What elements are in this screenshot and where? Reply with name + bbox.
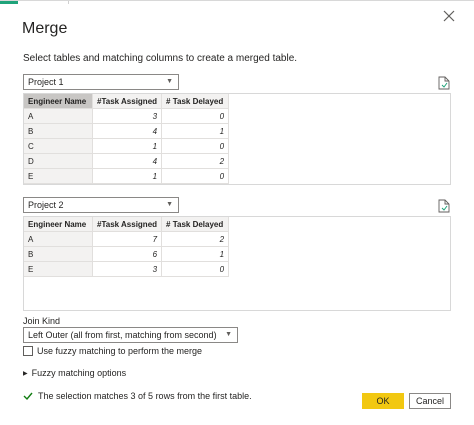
table-cell: D	[24, 153, 93, 169]
first-table-preview: Engineer Name #Task Assigned # Task Dela…	[23, 93, 451, 185]
table-cell: 4	[92, 153, 163, 169]
checkbox-box[interactable]	[23, 346, 33, 356]
table-cell: C	[24, 138, 93, 154]
column-header-task-delayed[interactable]: # Task Delayed	[161, 94, 230, 109]
table-cell: A	[24, 231, 93, 247]
table-cell: B	[24, 246, 93, 262]
first-table-dropdown[interactable]: Project 1 ▼	[23, 74, 179, 90]
fuzzy-matching-options-label: Fuzzy matching options	[31, 368, 127, 378]
first-table-dropdown-value: Project 1	[28, 77, 64, 87]
window-tab-strip	[18, 1, 69, 4]
table-cell: B	[24, 123, 93, 139]
chevron-down-icon: ▼	[166, 201, 173, 208]
second-table-dropdown[interactable]: Project 2 ▼	[23, 197, 179, 213]
table-cell: 1	[92, 168, 163, 184]
table-row: B 6 1	[24, 246, 230, 262]
table-cell: 0	[161, 108, 230, 124]
table-cell: A	[24, 108, 93, 124]
table-row: E 1 0	[24, 168, 230, 184]
table-cell: 2	[161, 231, 230, 247]
file-preview-icon[interactable]	[438, 199, 450, 213]
table-cell: 0	[161, 138, 230, 154]
second-table-dropdown-value: Project 2	[28, 200, 64, 210]
dialog-title: Merge	[22, 20, 68, 37]
match-status: The selection matches 3 of 5 rows from t…	[23, 391, 252, 401]
table-row: A 7 2	[24, 231, 230, 247]
fuzzy-matching-checkbox[interactable]: Use fuzzy matching to perform the merge	[23, 346, 202, 356]
table-cell: 7	[92, 231, 163, 247]
window-accent	[0, 1, 18, 4]
table-row: B 4 1	[24, 123, 230, 139]
column-header-task-assigned[interactable]: #Task Assigned	[92, 94, 163, 109]
join-kind-label: Join Kind	[23, 316, 61, 326]
chevron-down-icon: ▼	[225, 331, 232, 338]
first-table-grid: Engineer Name #Task Assigned # Task Dela…	[24, 94, 230, 184]
table-row: C 1 0	[24, 138, 230, 154]
column-header-task-assigned[interactable]: #Task Assigned	[92, 217, 163, 232]
table-row: A 3 0	[24, 108, 230, 124]
chevron-down-icon: ▼	[166, 78, 173, 85]
table-cell: 1	[161, 246, 230, 262]
triangle-right-icon: ▶	[23, 370, 28, 377]
table-cell: 2	[161, 153, 230, 169]
check-icon	[23, 392, 33, 401]
table-row: E 3 0	[24, 261, 230, 277]
fuzzy-matching-options-toggle[interactable]: ▶ Fuzzy matching options	[23, 368, 126, 378]
second-table-grid: Engineer Name #Task Assigned # Task Dela…	[24, 217, 230, 277]
table-cell: 1	[161, 123, 230, 139]
table-cell: 4	[92, 123, 163, 139]
match-status-text: The selection matches 3 of 5 rows from t…	[38, 391, 252, 401]
fuzzy-matching-checkbox-label: Use fuzzy matching to perform the merge	[37, 346, 203, 356]
join-kind-dropdown[interactable]: Left Outer (all from first, matching fro…	[23, 327, 238, 343]
column-header-engineer-name[interactable]: Engineer Name	[24, 217, 93, 232]
merge-dialog: Merge Select tables and matching columns…	[0, 0, 474, 425]
second-table-preview: Engineer Name #Task Assigned # Task Dela…	[23, 216, 451, 311]
ok-button[interactable]: OK	[362, 393, 404, 409]
table-cell: 6	[92, 246, 163, 262]
table-cell: 0	[161, 168, 230, 184]
dialog-subtitle: Select tables and matching columns to cr…	[23, 53, 298, 64]
table-cell: E	[24, 261, 93, 277]
table-cell: 0	[161, 261, 230, 277]
table-row: D 4 2	[24, 153, 230, 169]
table-cell: 3	[92, 261, 163, 277]
column-header-engineer-name[interactable]: Engineer Name	[24, 94, 93, 109]
cancel-button[interactable]: Cancel	[409, 393, 451, 409]
table-cell: 1	[92, 138, 163, 154]
join-kind-value: Left Outer (all from first, matching fro…	[28, 330, 217, 340]
table-cell: E	[24, 168, 93, 184]
close-icon[interactable]	[442, 9, 456, 23]
column-header-task-delayed[interactable]: # Task Delayed	[161, 217, 230, 232]
table-cell: 3	[92, 108, 163, 124]
file-preview-icon[interactable]	[438, 76, 450, 90]
